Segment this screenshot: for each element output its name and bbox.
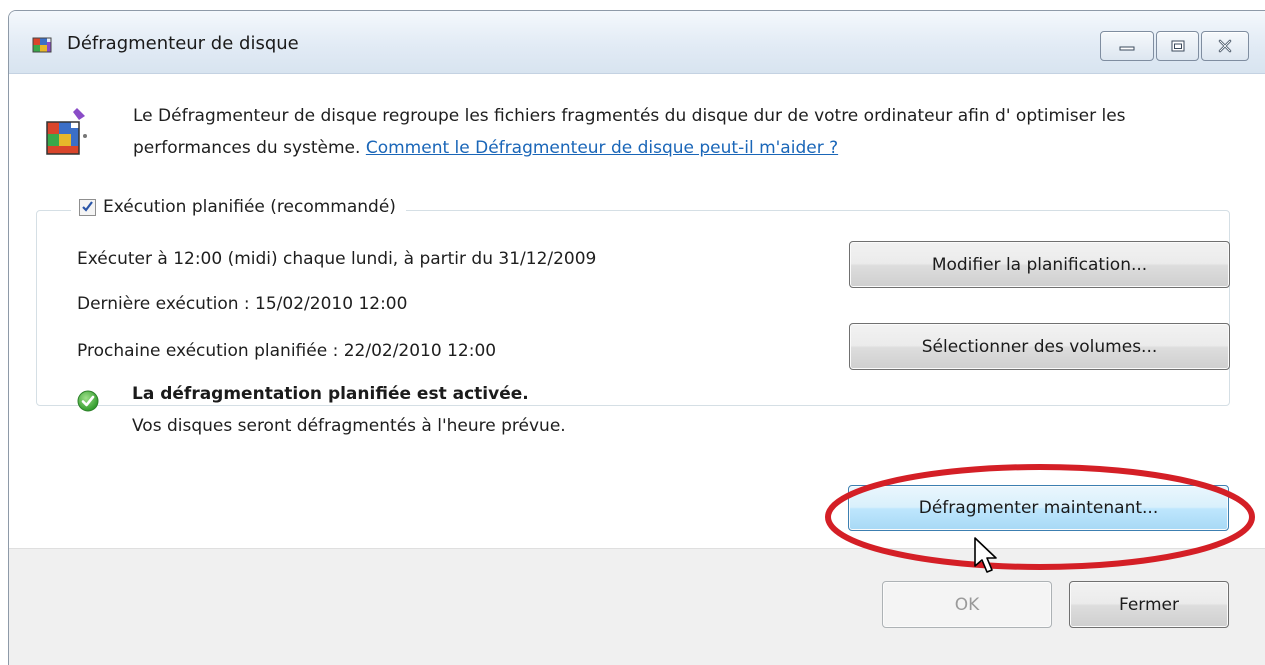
close-window-button[interactable]: [1201, 31, 1249, 61]
ok-button[interactable]: OK: [882, 581, 1052, 628]
minimize-button[interactable]: [1100, 31, 1154, 61]
minimize-icon: [1119, 46, 1135, 51]
defragmenter-large-icon: [46, 108, 87, 155]
close-button[interactable]: Fermer: [1069, 581, 1229, 628]
intro-description: Le Défragmenteur de disque regroupe les …: [133, 100, 1243, 164]
status-subtitle: Vos disques seront défragmentés à l'heur…: [132, 416, 566, 436]
run-schedule-text: Exécuter à 12:00 (midi) chaque lundi, à …: [77, 249, 597, 269]
close-icon: [1218, 39, 1232, 53]
select-volumes-button[interactable]: Sélectionner des volumes...: [849, 323, 1230, 370]
scheduled-run-legend[interactable]: Exécution planifiée (recommandé): [71, 197, 406, 217]
defragmenter-app-icon: [32, 37, 52, 53]
maximize-button[interactable]: [1156, 31, 1199, 61]
modify-schedule-button[interactable]: Modifier la planification...: [849, 241, 1230, 288]
window-title: Défragmenteur de disque: [67, 33, 299, 54]
defragment-now-button[interactable]: Défragmenter maintenant...: [848, 485, 1229, 531]
defragmenter-window: Défragmenteur de disque Le Défragmenteur…: [8, 10, 1265, 665]
next-run-text: Prochaine exécution planifiée : 22/02/20…: [77, 341, 497, 361]
scheduled-run-group: Exécution planifiée (recommandé) Exécute…: [36, 197, 1230, 406]
status-title: La défragmentation planifiée est activée…: [132, 384, 529, 404]
help-link[interactable]: Comment le Défragmenteur de disque peut-…: [366, 138, 838, 158]
checkmark-icon: [82, 200, 93, 212]
green-check-icon: [77, 390, 99, 412]
scheduled-run-label: Exécution planifiée (recommandé): [103, 197, 396, 217]
last-run-text: Dernière exécution : 15/02/2010 12:00: [77, 294, 408, 314]
title-bar[interactable]: Défragmenteur de disque: [9, 11, 1265, 74]
maximize-icon: [1171, 40, 1184, 52]
dialog-content: Le Défragmenteur de disque regroupe les …: [9, 74, 1265, 554]
scheduled-run-checkbox[interactable]: [79, 198, 96, 216]
